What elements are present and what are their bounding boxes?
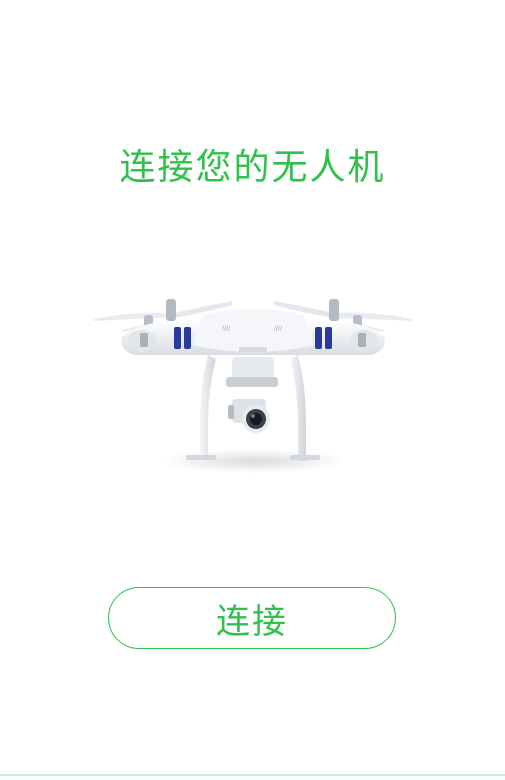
- svg-text:////: ////: [222, 325, 231, 332]
- connect-button[interactable]: 连接: [108, 587, 396, 649]
- drone-image: //// ////: [82, 285, 424, 480]
- svg-text:////: ////: [274, 325, 283, 332]
- bottom-divider: [0, 774, 505, 776]
- page-title: 连接您的无人机: [119, 147, 386, 188]
- drone-illustration-icon: //// ////: [94, 299, 412, 473]
